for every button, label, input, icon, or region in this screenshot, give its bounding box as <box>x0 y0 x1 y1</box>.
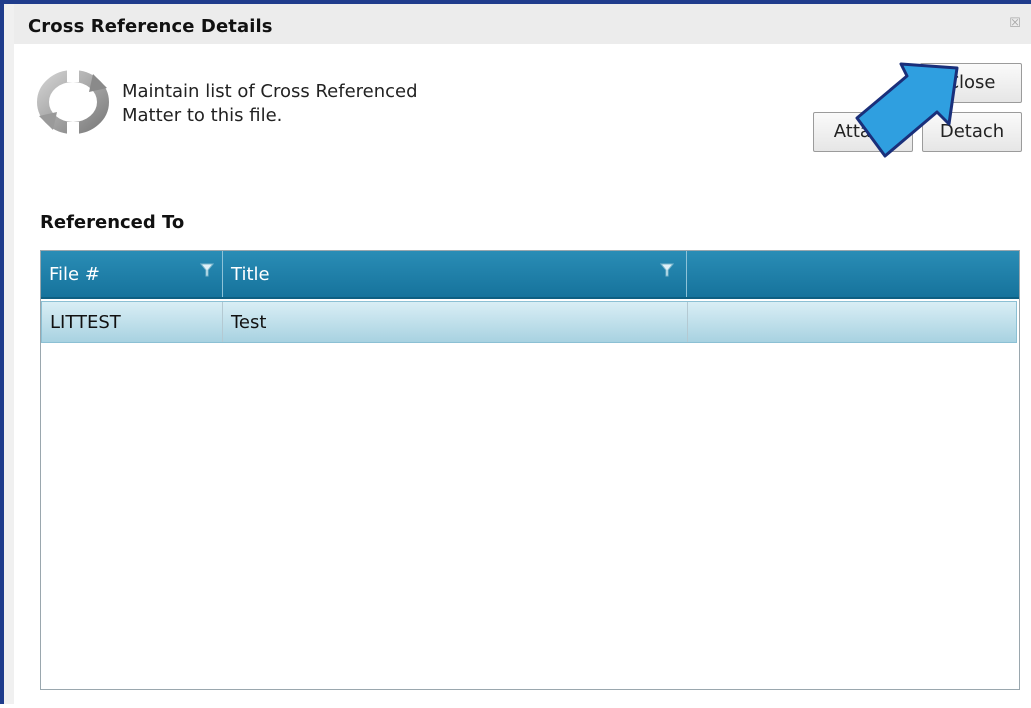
referenced-to-label: Referenced To <box>40 212 185 233</box>
column-header-label: File # <box>49 264 100 285</box>
cross-reference-grid: File # Title LITTEST Test <box>40 250 1020 690</box>
filter-icon[interactable] <box>200 263 214 277</box>
close-button[interactable]: Close <box>920 63 1022 103</box>
window-close-icon[interactable]: ☒ <box>1007 16 1023 32</box>
column-header-label: Title <box>231 264 270 285</box>
title-bar: Cross Reference Details ☒ <box>14 4 1031 44</box>
cell-blank <box>688 302 1016 342</box>
dialog-content: Maintain list of Cross Referenced Matter… <box>14 44 1031 708</box>
refresh-cycle-icon <box>37 68 109 136</box>
cell-file-number: LITTEST <box>42 302 223 342</box>
header-description: Maintain list of Cross Referenced Matter… <box>122 81 418 126</box>
dialog-title: Cross Reference Details <box>28 16 273 37</box>
cell-title: Test <box>223 302 688 342</box>
column-header-file[interactable]: File # <box>41 251 223 297</box>
detach-button[interactable]: Detach <box>922 112 1022 152</box>
column-header-title[interactable]: Title <box>223 251 687 297</box>
dialog-window: Cross Reference Details ☒ Maintain list … <box>0 0 1031 708</box>
filter-icon[interactable] <box>660 263 674 277</box>
column-header-blank <box>687 251 1019 297</box>
grid-header: File # Title <box>41 251 1019 299</box>
table-row[interactable]: LITTEST Test <box>41 301 1017 343</box>
attach-button[interactable]: Attach <box>813 112 913 152</box>
